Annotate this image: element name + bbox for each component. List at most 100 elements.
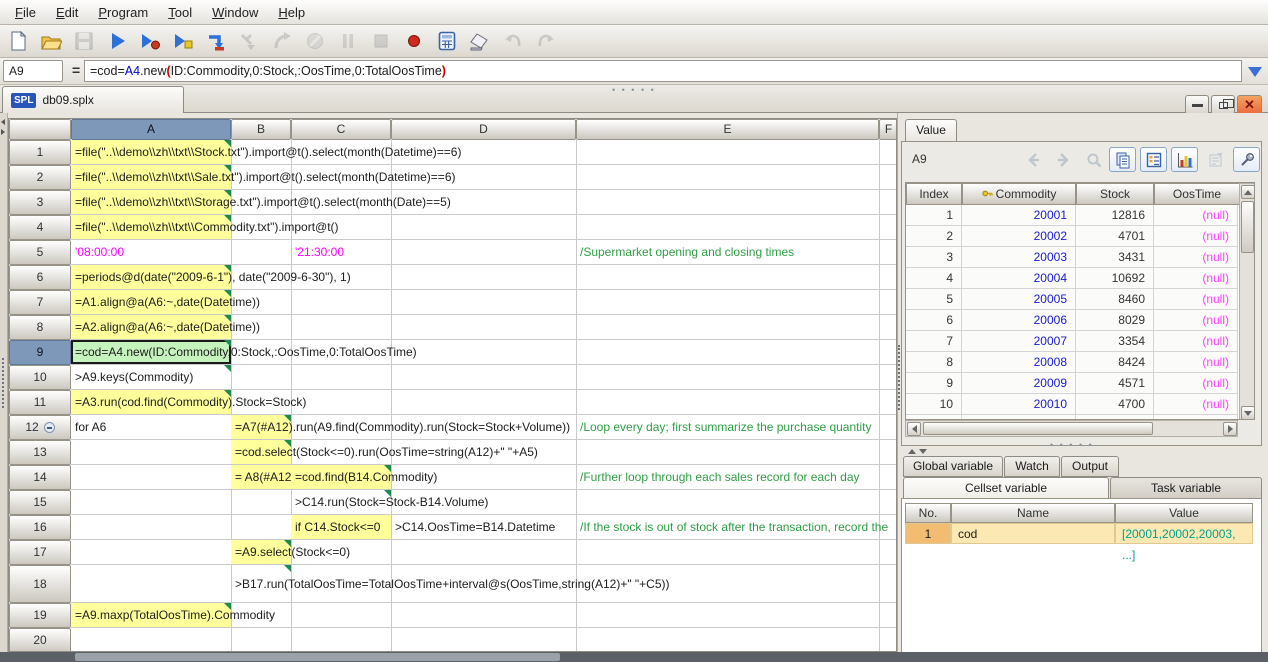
row-header-8[interactable]: 8 <box>9 315 71 340</box>
tab-watch[interactable]: Watch <box>1004 456 1060 477</box>
restore-button[interactable] <box>1211 95 1235 115</box>
cell-B12[interactable]: =A7(#A12).run(A9.find(Commodity).run(Sto… <box>231 415 291 439</box>
menu-item-tool[interactable]: Tool <box>159 2 201 23</box>
cell-E14[interactable]: /Further loop through each sales record … <box>576 465 879 489</box>
value-row-9[interactable]: 9200094571(null) <box>906 373 1238 394</box>
panel-splitter-grip[interactable] <box>898 345 900 410</box>
value-table[interactable]: Index Commodity Stock OosTime 1200011281… <box>905 182 1255 420</box>
cell-B13[interactable]: =cod.select(Stock<=0).run(OosTime=string… <box>231 440 291 464</box>
row-header-17[interactable]: 17 <box>9 540 71 565</box>
row-header-9[interactable]: 9 <box>9 340 71 365</box>
tab-db09-splx[interactable]: SPL db09.splx <box>2 86 184 113</box>
cellset-grid[interactable]: A B C D E F 1 2 3 4 5 6 7 8 9 10 11 12 1… <box>8 118 897 652</box>
row-header-15[interactable]: 15 <box>9 490 71 515</box>
cell-A5[interactable]: '08:00:00 <box>71 240 231 264</box>
cell-E16[interactable]: /If the stock is out of stock after the … <box>576 515 879 539</box>
row-header-3[interactable]: 3 <box>9 190 71 215</box>
close-button[interactable]: ✕ <box>1237 95 1262 115</box>
cell-A19[interactable]: =A9.maxp(TotalOosTime).Commodity <box>71 603 231 627</box>
value-row-6[interactable]: 6200068029(null) <box>906 310 1238 331</box>
cell-A2[interactable]: =file("..\\demo\\zh\\txt\\Sale.txt").imp… <box>71 165 231 189</box>
column-header-A[interactable]: A <box>71 119 231 140</box>
cell-C14[interactable]: =cod.find(B14.Commodity) <box>291 465 391 489</box>
cell-reference-box[interactable]: A9 <box>3 60 63 82</box>
value-row-1[interactable]: 12000112816(null) <box>906 205 1238 226</box>
minimize-button[interactable] <box>1185 95 1209 115</box>
value-row-3[interactable]: 3200033431(null) <box>906 247 1238 268</box>
tab-value[interactable]: Value <box>905 119 957 142</box>
menu-item-edit[interactable]: Edit <box>47 2 87 23</box>
column-header-F[interactable]: F <box>879 119 897 140</box>
value-col-commodity[interactable]: Commodity <box>962 183 1076 205</box>
cell-B18[interactable]: >B17.run(TotalOosTime=TotalOosTime+inter… <box>231 565 291 602</box>
row-header-1[interactable]: 1 <box>9 140 71 165</box>
cell-E5[interactable]: /Supermarket opening and closing times <box>576 240 879 264</box>
row-header-10[interactable]: 10 <box>9 365 71 390</box>
bottom-scroll-thumb[interactable] <box>75 653 560 661</box>
cell-B14[interactable]: = A8(#A12) <box>231 465 291 489</box>
list-view-icon[interactable] <box>1140 147 1167 172</box>
cell-B17[interactable]: =A9.select(Stock<=0) <box>231 540 291 564</box>
cell-C16[interactable]: if C14.Stock<=0 <box>291 515 391 539</box>
column-header-B[interactable]: B <box>231 119 291 140</box>
execute-icon[interactable] <box>105 29 129 53</box>
value-col-stock[interactable]: Stock <box>1076 183 1154 205</box>
cell-E12[interactable]: /Loop every day; first summarize the pur… <box>576 415 879 439</box>
scroll-left-icon[interactable] <box>907 422 921 436</box>
vscroll-thumb[interactable] <box>1241 201 1254 253</box>
value-vscrollbar[interactable] <box>1239 183 1255 420</box>
cell-A3[interactable]: =file("..\\demo\\zh\\txt\\Storage.txt").… <box>71 190 231 214</box>
hsplitter-dots-icon[interactable]: • • • • • <box>1050 440 1094 450</box>
cell-A11[interactable]: =A3.run(cod.find(Commodity).Stock=Stock) <box>71 390 231 414</box>
column-header-C[interactable]: C <box>291 119 391 140</box>
var-col-value[interactable]: Value <box>1115 503 1253 523</box>
scroll-right-icon[interactable] <box>1223 422 1237 436</box>
scroll-down-icon[interactable] <box>1241 406 1255 420</box>
cell-A10[interactable]: >A9.keys(Commodity) <box>71 365 231 389</box>
breakpoint-icon[interactable] <box>402 29 426 53</box>
column-header-D[interactable]: D <box>391 119 576 140</box>
row-header-11[interactable]: 11 <box>9 390 71 415</box>
cell-C15[interactable]: >C14.run(Stock=Stock-B14.Volume) <box>291 490 391 514</box>
menu-item-file[interactable]: File <box>6 2 45 23</box>
row-header-2[interactable]: 2 <box>9 165 71 190</box>
tab-task-variable[interactable]: Task variable <box>1110 477 1262 499</box>
menu-item-help[interactable]: Help <box>269 2 314 23</box>
cell-A4[interactable]: =file("..\\demo\\zh\\txt\\Commodity.txt"… <box>71 215 231 239</box>
row-header-4[interactable]: 4 <box>9 215 71 240</box>
value-row-2[interactable]: 2200024701(null) <box>906 226 1238 247</box>
menu-item-program[interactable]: Program <box>89 2 157 23</box>
tab-output[interactable]: Output <box>1061 456 1119 477</box>
column-header-E[interactable]: E <box>576 119 879 140</box>
splitter-dots-icon[interactable]: • • • • • <box>612 85 656 95</box>
left-collapse-strip[interactable] <box>0 113 8 652</box>
scroll-up-icon[interactable] <box>1241 185 1255 199</box>
cell-D16[interactable]: >C14.OosTime=B14.Datetime <box>391 515 576 539</box>
variable-row-cod[interactable]: 1 cod [20001,20002,20003, ...] <box>905 523 1253 544</box>
cell-A1[interactable]: =file("..\\demo\\zh\\txt\\Stock.txt").im… <box>71 140 231 164</box>
value-row-10[interactable]: 10200104700(null) <box>906 394 1238 415</box>
row-header-6[interactable]: 6 <box>9 265 71 290</box>
row-header-14[interactable]: 14 <box>9 465 71 490</box>
cell-A6[interactable]: =periods@d(date("2009-6-1"), date("2009-… <box>71 265 231 289</box>
calculator-icon[interactable] <box>435 29 459 53</box>
value-row-8[interactable]: 8200088424(null) <box>906 352 1238 373</box>
tab-global-variable[interactable]: Global variable <box>903 456 1003 477</box>
pin-icon[interactable] <box>1233 147 1260 172</box>
step-execute-icon[interactable] <box>171 29 195 53</box>
chart-icon[interactable] <box>1171 147 1198 172</box>
row-header-18[interactable]: 18 <box>9 565 71 603</box>
row-header-12[interactable]: 12 <box>9 415 71 440</box>
row-header-20[interactable]: 20 <box>9 628 71 652</box>
value-hscrollbar[interactable] <box>905 420 1238 437</box>
open-file-icon[interactable] <box>39 29 63 53</box>
value-row-7[interactable]: 7200073354(null) <box>906 331 1238 352</box>
collapse-block-icon[interactable] <box>44 422 55 433</box>
new-file-icon[interactable] <box>6 29 30 53</box>
row-header-16[interactable]: 16 <box>9 515 71 540</box>
panel-collapse-arrows[interactable] <box>908 443 927 457</box>
cell-A12[interactable]: for A6 <box>71 415 231 439</box>
execute-debug-icon[interactable] <box>138 29 162 53</box>
row-header-19[interactable]: 19 <box>9 603 71 628</box>
clear-icon[interactable] <box>468 29 492 53</box>
